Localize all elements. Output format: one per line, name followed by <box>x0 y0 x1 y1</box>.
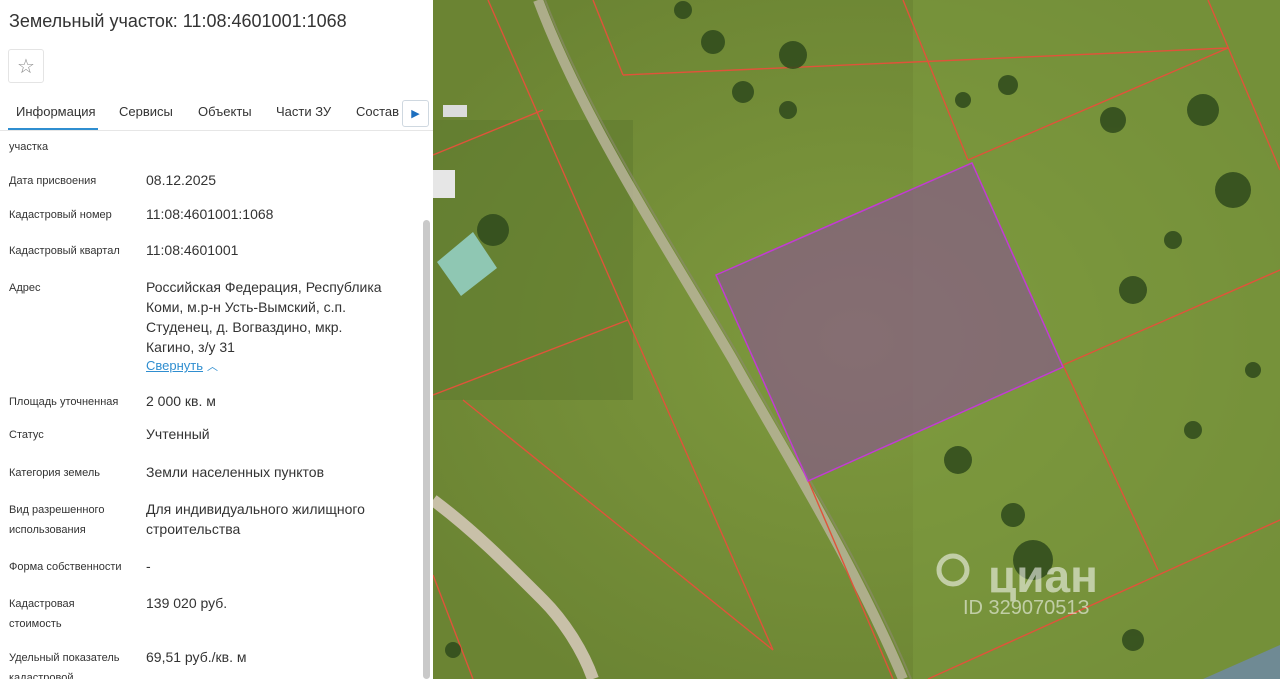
field-value: 08.12.2025 <box>146 172 217 188</box>
field-label: Дата присвоения <box>9 175 97 187</box>
field-label: Категория земель <box>9 467 100 479</box>
info-panel: Земельный участок: 11:08:4601001:1068 ☆ … <box>0 0 433 679</box>
map-canvas: циан ID 32907051З <box>433 0 1280 679</box>
field-value: - <box>146 558 151 574</box>
tab-bar: Информация Сервисы Объекты Части ЗУ Сост… <box>0 96 433 131</box>
field-value: Коми, м.р-н Усть-Вымский, с.п. <box>146 299 347 315</box>
tab-composition[interactable]: Состав <box>356 104 399 119</box>
field-value: Учтенный <box>146 426 210 442</box>
field-label: Кадастровый квартал <box>9 245 120 257</box>
field-label: использования <box>9 524 86 536</box>
favorite-button[interactable]: ☆ <box>8 49 44 83</box>
field-label: Форма собственности <box>9 561 122 573</box>
field-value: 2 000 кв. м <box>146 393 216 409</box>
field-value: Российская Федерация, Республика <box>146 279 382 295</box>
page-title: Земельный участок: 11:08:4601001:1068 <box>9 11 347 31</box>
field-label: участка <box>9 141 49 153</box>
tabs-scroll-right-button[interactable]: ▶ <box>402 100 429 127</box>
watermark-id: ID 32907051З <box>963 597 1090 619</box>
star-icon: ☆ <box>17 55 35 78</box>
watermark-brand: циан <box>988 550 1098 602</box>
tab-objects[interactable]: Объекты <box>198 104 252 119</box>
field-value: Земли населенных пунктов <box>146 464 325 480</box>
field-value: 139 020 руб. <box>146 595 228 611</box>
field-label: Адрес <box>9 282 41 294</box>
tab-information[interactable]: Информация <box>16 104 96 119</box>
field-value: Для индивидуального жилищного <box>146 501 365 517</box>
field-label: Вид разрешенного <box>9 504 105 516</box>
collapse-link[interactable]: Свернуть <box>146 358 203 373</box>
field-value: Студенец, д. Вогваздино, мкр. <box>146 319 343 335</box>
caret-right-icon: ▶ <box>411 108 420 120</box>
field-label: Удельный показатель <box>9 652 120 664</box>
satellite-map[interactable]: циан ID 32907051З <box>433 0 1280 679</box>
field-value: 11:08:4601001 <box>146 242 239 258</box>
tab-parts[interactable]: Части ЗУ <box>276 104 331 119</box>
field-value: строительства <box>146 521 241 537</box>
field-label: Кадастровый номер <box>9 209 112 221</box>
field-label: Статус <box>9 429 44 441</box>
field-label: Кадастровая <box>9 598 75 610</box>
field-value: Кагино, з/у 31 <box>146 339 235 355</box>
chevron-up-icon[interactable]: ︿ <box>207 358 218 374</box>
field-value: 69,51 руб./кв. м <box>146 649 247 665</box>
tab-services[interactable]: Сервисы <box>119 104 173 119</box>
field-label: кадастровой <box>9 672 74 679</box>
field-value: 11:08:4601001:1068 <box>146 206 274 222</box>
scrollbar[interactable] <box>423 220 430 679</box>
info-list: участка Дата присвоения 08.12.2025 Кадас… <box>0 132 420 679</box>
field-label: стоимость <box>9 618 62 630</box>
field-label: Площадь уточненная <box>9 396 119 408</box>
active-tab-indicator <box>8 128 98 130</box>
